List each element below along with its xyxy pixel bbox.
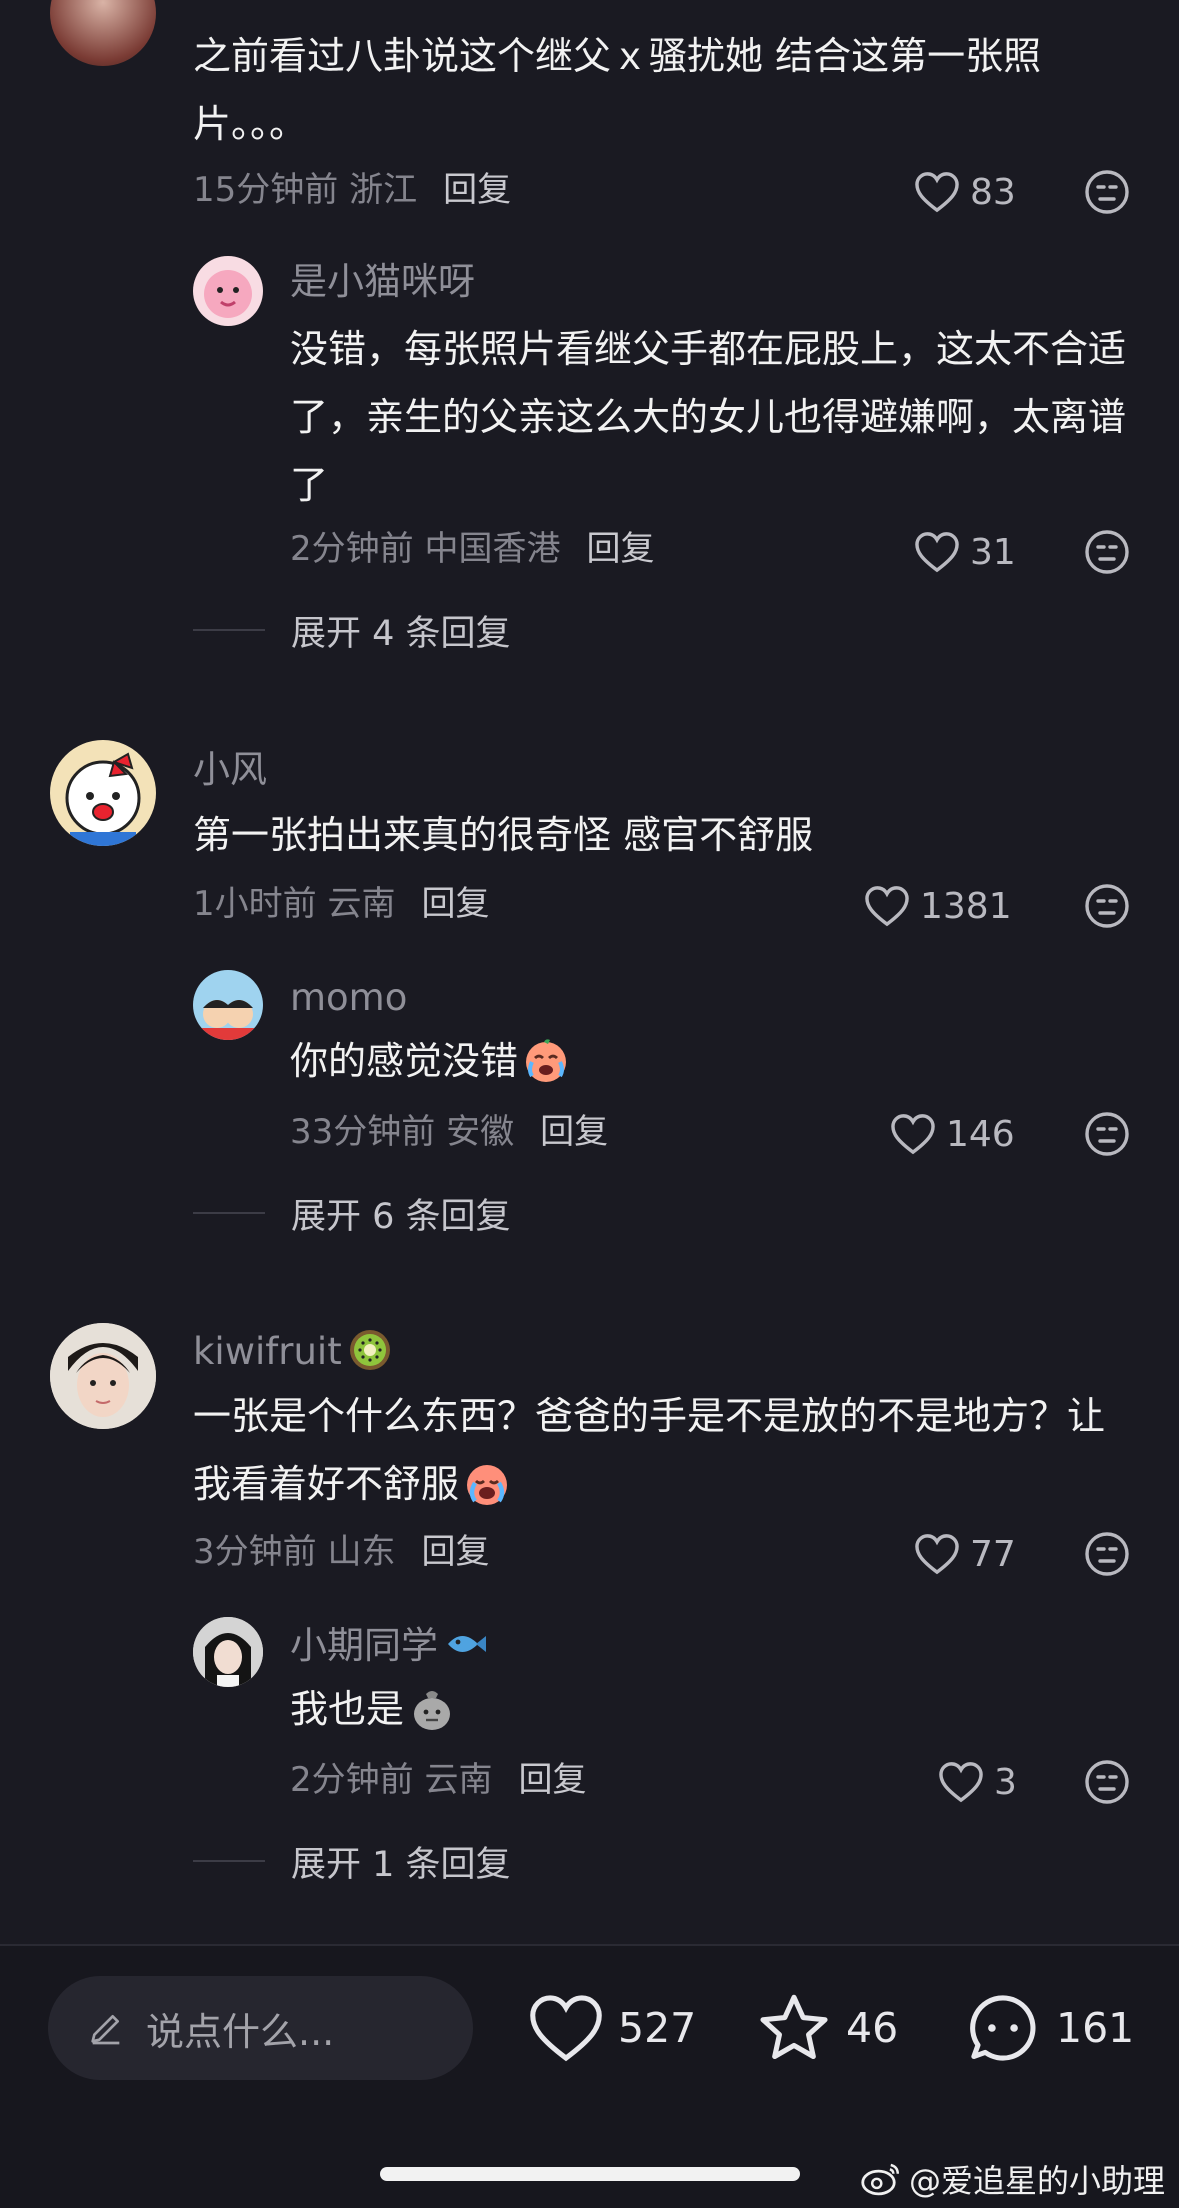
pencil-icon: [91, 2015, 120, 2045]
emoji-react-icon[interactable]: [1083, 1758, 1131, 1806]
like-count: 146: [946, 1113, 1015, 1155]
like-count: 3: [994, 1761, 1017, 1803]
kiwi-emoji-icon: [349, 1330, 390, 1370]
comment-time-location: 2分钟前 中国香港: [290, 529, 561, 569]
username[interactable]: 小风: [193, 746, 267, 794]
comment-body: 一张是个什么东西？爸爸的手是不是放的不是地方？让我看着好不舒服: [193, 1394, 1106, 1506]
like-button[interactable]: 3: [938, 1754, 1017, 1810]
emoji-react-icon[interactable]: [1083, 882, 1131, 930]
comment-time-location: 2分钟前 云南: [290, 1760, 493, 1800]
weibo-logo-icon: [861, 2163, 899, 2196]
avatar[interactable]: [50, 0, 156, 66]
expand-label: 展开 6 条回复: [291, 1196, 511, 1237]
like-button[interactable]: 83: [914, 164, 1016, 220]
post-like-button[interactable]: 527: [528, 1976, 696, 2080]
username[interactable]: kiwifruit: [193, 1326, 394, 1376]
post-comment-count: 161: [1056, 2004, 1135, 2052]
comment-text: 第一张拍出来真的很奇怪 感官不舒服: [193, 813, 814, 857]
home-indicator[interactable]: [380, 2167, 800, 2181]
username[interactable]: 小期同学: [290, 1620, 490, 1670]
watermark-text: @爱追星的小助理: [908, 2162, 1165, 2200]
avatar[interactable]: [50, 1323, 156, 1429]
comment-meta: 2分钟前 云南 回复: [290, 1756, 586, 1804]
comment-text: 我也是: [290, 1675, 1140, 1743]
comment-time-location: 3分钟前 山东: [193, 1532, 396, 1572]
avatar[interactable]: [193, 256, 263, 326]
like-button[interactable]: 77: [914, 1526, 1016, 1582]
avatar[interactable]: [50, 740, 156, 846]
star-icon: [760, 1994, 828, 2060]
comment-body: 我也是: [290, 1687, 405, 1731]
expand-label: 展开 4 条回复: [291, 613, 511, 654]
comment-meta: 1小时前 云南 回复: [193, 880, 489, 928]
fish-emoji-icon: [448, 1636, 486, 1652]
avatar[interactable]: [193, 1617, 263, 1687]
comment-time-location: 1小时前 云南: [193, 884, 396, 924]
like-button[interactable]: 1381: [864, 878, 1012, 934]
comment-text: 没错，每张照片看继父手都在屁股上，这太不合适了，亲生的父亲这么大的女儿也得避嫌啊…: [290, 327, 1127, 507]
like-count: 83: [970, 171, 1016, 213]
comment-meta: 2分钟前 中国香港 回复: [290, 525, 654, 573]
expand-replies-button[interactable]: 展开 6 条回复: [193, 1183, 511, 1243]
heart-icon: [915, 172, 959, 213]
post-like-count: 527: [618, 2004, 697, 2052]
reply-button[interactable]: 回复: [421, 884, 489, 924]
heart-icon: [915, 532, 959, 573]
post-comment-button[interactable]: 161: [964, 1976, 1134, 2080]
expand-replies-button[interactable]: 展开 4 条回复: [193, 600, 511, 660]
emoji-react-icon[interactable]: [1083, 1530, 1131, 1578]
heart-icon: [530, 1995, 602, 2062]
emoji-react-icon[interactable]: [1083, 528, 1131, 576]
crying-emoji-icon: [526, 1039, 567, 1082]
heart-icon: [891, 1114, 935, 1155]
reply-button[interactable]: 回复: [518, 1760, 586, 1800]
username-text: 小期同学: [290, 1624, 438, 1667]
sob-emoji-icon: [467, 1465, 508, 1505]
reply-button[interactable]: 回复: [421, 1532, 489, 1572]
comment-time-location: 15分钟前 浙江: [193, 170, 418, 210]
heart-icon: [915, 1534, 959, 1575]
like-count: 1381: [920, 885, 1012, 927]
comment-body: 你的感觉没错: [290, 1039, 519, 1083]
comment-meta: 15分钟前 浙江 回复: [193, 166, 511, 214]
watermark: @爱追星的小助理: [861, 2156, 1165, 2202]
comment-time-location: 33分钟前 安徽: [290, 1112, 515, 1152]
post-favorite-count: 46: [846, 2004, 899, 2052]
username[interactable]: 是小猫咪呀: [290, 258, 475, 306]
comment-text: 你的感觉没错: [290, 1027, 1140, 1095]
comment-input-placeholder: 说点什么...: [146, 2009, 335, 2054]
heart-icon: [939, 1762, 983, 1803]
emoji-react-icon[interactable]: [1083, 1110, 1131, 1158]
heart-icon: [865, 886, 909, 927]
like-count: 31: [970, 531, 1016, 573]
expand-divider: [193, 629, 265, 631]
expand-label: 展开 1 条回复: [291, 1844, 511, 1885]
emoji-react-icon[interactable]: [1083, 168, 1131, 216]
expand-divider: [193, 1212, 265, 1214]
reply-button[interactable]: 回复: [443, 170, 511, 210]
comment-meta: 3分钟前 山东 回复: [193, 1528, 489, 1576]
avatar[interactable]: [193, 970, 263, 1040]
comment-text: 一张是个什么东西？爸爸的手是不是放的不是地方？让我看着好不舒服: [193, 1382, 1133, 1518]
reply-button[interactable]: 回复: [540, 1112, 608, 1152]
username[interactable]: momo: [290, 974, 407, 1022]
comment-text: 之前看过八卦说这个继父ｘ骚扰她 结合这第一张照片。。。: [193, 34, 1042, 146]
like-count: 77: [970, 1533, 1016, 1575]
comment-meta: 33分钟前 安徽 回复: [290, 1108, 608, 1156]
comment-input[interactable]: 说点什么...: [48, 1976, 473, 2080]
like-button[interactable]: 146: [890, 1106, 1015, 1162]
expand-replies-button[interactable]: 展开 1 条回复: [193, 1831, 511, 1891]
comment-bubble-icon: [970, 1995, 1036, 2061]
post-favorite-button[interactable]: 46: [756, 1976, 898, 2080]
reply-button[interactable]: 回复: [586, 529, 654, 569]
like-button[interactable]: 31: [914, 524, 1016, 580]
bag-emoji-icon: [414, 1691, 451, 1730]
username-text: kiwifruit: [193, 1330, 342, 1373]
expand-divider: [193, 1860, 265, 1862]
